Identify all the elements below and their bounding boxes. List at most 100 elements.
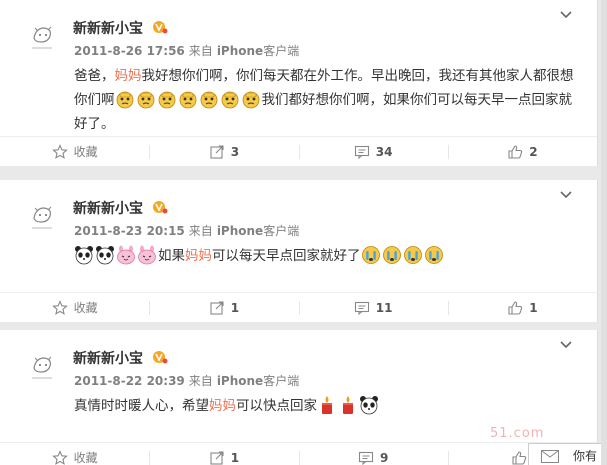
vip-badge-icon[interactable]: [152, 350, 168, 364]
text-segment: 爸爸，: [74, 68, 115, 84]
repost-icon: [209, 300, 225, 316]
user-name[interactable]: 新新新小宝: [73, 198, 143, 218]
text-segment: 可以快点回家: [236, 398, 317, 414]
tears-face-icon: [361, 245, 381, 265]
star-icon: [51, 143, 68, 160]
pink-bunny-icon: [116, 245, 136, 265]
crying-face-icon: [241, 89, 261, 109]
panda-icon: [359, 395, 379, 415]
source-suffix[interactable]: 客户端: [263, 44, 299, 58]
thumbs-up-icon: [507, 144, 523, 160]
source-from: 来自: [188, 374, 213, 388]
post-meta: 2011-8-22 20:39 来自 iPhone客户端: [74, 372, 299, 389]
crying-face-icon: [199, 89, 219, 109]
post-body: 新新新小宝 2011-8-22 20:39 来自 iPhone客户端 真情时时暖人心…: [0, 330, 597, 465]
mail-icon[interactable]: [541, 448, 559, 465]
crying-face-icon: [136, 89, 156, 109]
favorite-button[interactable]: 收藏: [0, 137, 149, 166]
source-device[interactable]: iPhone: [217, 374, 263, 388]
crying-face-icon: [115, 89, 135, 109]
source-suffix[interactable]: 客户端: [263, 374, 299, 388]
repost-button[interactable]: 3: [149, 137, 298, 166]
comment-count: 11: [375, 300, 393, 315]
like-count: 1: [529, 300, 538, 315]
user-name[interactable]: 新新新小宝: [73, 348, 143, 368]
crying-face-icon: [178, 89, 198, 109]
avatar[interactable]: [22, 346, 62, 386]
user-name[interactable]: 新新新小宝: [73, 18, 143, 38]
post-text: 爸爸，妈妈我好想你们啊，你们每天都在外工作。早出晚回，我还有其他家人都很想你们啊…: [74, 64, 574, 136]
candle-icon: [317, 395, 337, 415]
comment-count: 9: [379, 450, 389, 465]
page-scrollbar[interactable]: [601, 0, 607, 465]
text-segment: 真情时时暖人心，希望: [74, 398, 209, 414]
keyword-highlight: 妈妈: [209, 398, 236, 414]
post-body: 新新新小宝 2011-8-26 17:56 来自 iPhone客户端 爸爸，妈妈我好…: [0, 0, 597, 166]
chevron-down-icon[interactable]: [559, 10, 573, 20]
favorite-button[interactable]: 收藏: [0, 443, 149, 465]
repost-count: 1: [230, 300, 240, 315]
repost-count: 1: [230, 450, 240, 465]
vip-badge-icon[interactable]: [152, 20, 168, 34]
comment-icon: [354, 144, 370, 160]
like-button[interactable]: 1: [447, 293, 597, 322]
tears-face-icon: [424, 245, 444, 265]
source-from: 来自: [188, 224, 213, 238]
weibo-post-card: 新新新小宝 2011-8-26 17:56 来自 iPhone客户端 爸爸，妈妈我好…: [0, 0, 598, 166]
message-bar[interactable]: 你有: [528, 443, 607, 465]
post-actions: 收藏 3 34 2: [0, 136, 597, 166]
avatar[interactable]: [22, 16, 62, 56]
comment-button[interactable]: 11: [298, 293, 448, 322]
watermark: 51.com: [490, 426, 545, 441]
favorite-button[interactable]: 收藏: [0, 293, 149, 322]
source-device[interactable]: iPhone: [217, 224, 263, 238]
post-actions: 收藏 1 11 1: [0, 292, 597, 322]
panda-icon: [95, 245, 115, 265]
weibo-post-card: 新新新小宝 2011-8-23 20:15 来自 iPhone客户端 如果妈妈可以每…: [0, 180, 598, 322]
post-actions: 收藏 1 9: [0, 442, 597, 465]
keyword-highlight: 妈妈: [114, 68, 142, 84]
keyword-highlight: 妈妈: [185, 248, 212, 264]
repost-count: 3: [230, 144, 240, 159]
post-time[interactable]: 2011-8-22 20:39: [74, 374, 185, 388]
message-bar-label: 你有: [573, 449, 598, 463]
post-text: 如果妈妈可以每天早点回家就好了: [74, 244, 574, 268]
post-body: 新新新小宝 2011-8-23 20:15 来自 iPhone客户端 如果妈妈可以每…: [0, 180, 597, 322]
chevron-down-icon[interactable]: [559, 190, 573, 200]
post-text: 真情时时暖人心，希望妈妈可以快点回家: [74, 394, 574, 418]
panda-icon: [74, 245, 94, 265]
thumbs-up-icon: [511, 450, 527, 465]
tears-face-icon: [403, 245, 423, 265]
repost-button[interactable]: 1: [149, 293, 298, 322]
repost-icon: [209, 450, 225, 465]
comment-button[interactable]: 34: [298, 137, 448, 166]
thumbs-up-icon: [507, 300, 523, 316]
text-segment: 可以每天早点回家就好了: [212, 248, 361, 264]
source-from: 来自: [188, 44, 213, 58]
vip-badge-icon[interactable]: [152, 200, 168, 214]
star-icon: [51, 449, 68, 465]
comment-button[interactable]: 9: [298, 443, 448, 465]
post-time[interactable]: 2011-8-26 17:56: [74, 44, 185, 58]
chevron-down-icon[interactable]: [559, 340, 573, 350]
pink-bunny-icon: [137, 245, 157, 265]
avatar[interactable]: [22, 196, 62, 236]
star-icon: [51, 299, 68, 316]
like-count: 2: [529, 144, 538, 159]
crying-face-icon: [157, 89, 177, 109]
favorite-label: 收藏: [73, 451, 98, 465]
candle-icon: [338, 395, 358, 415]
crying-face-icon: [220, 89, 240, 109]
comment-count: 34: [375, 144, 393, 159]
tears-face-icon: [382, 245, 402, 265]
post-meta: 2011-8-23 20:15 来自 iPhone客户端: [74, 222, 299, 239]
like-button[interactable]: 2: [447, 137, 597, 166]
repost-icon: [209, 144, 225, 160]
comment-icon: [354, 300, 370, 316]
source-suffix[interactable]: 客户端: [263, 224, 299, 238]
favorite-label: 收藏: [73, 301, 98, 315]
favorite-label: 收藏: [73, 145, 98, 159]
source-device[interactable]: iPhone: [217, 44, 263, 58]
repost-button[interactable]: 1: [149, 443, 298, 465]
post-time[interactable]: 2011-8-23 20:15: [74, 224, 185, 238]
